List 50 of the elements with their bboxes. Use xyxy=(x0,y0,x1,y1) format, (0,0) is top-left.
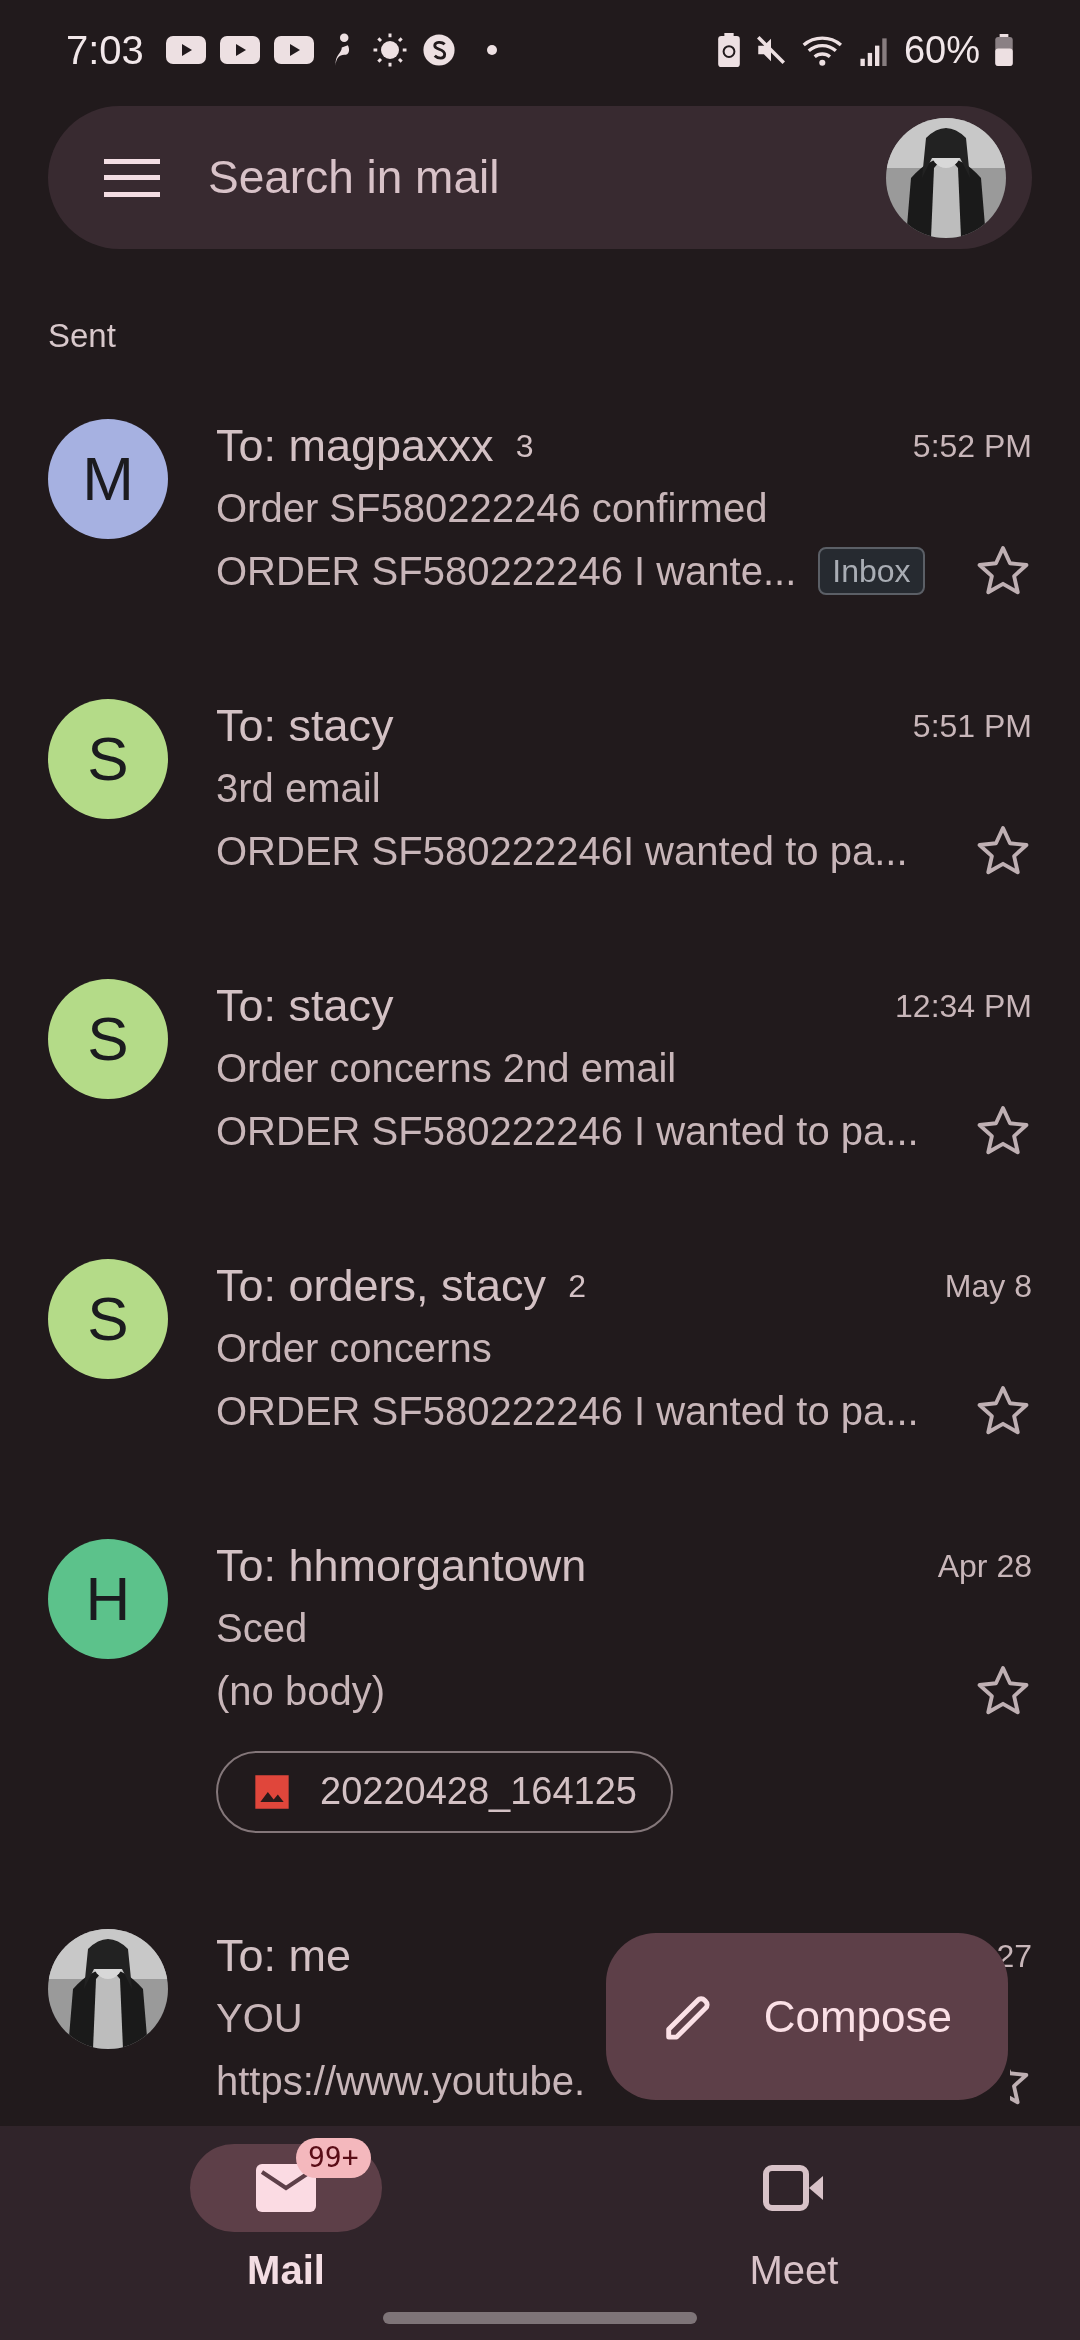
subject: Order SF580222246 confirmed xyxy=(216,484,768,532)
battery-saver-icon xyxy=(717,33,740,67)
recipient: To: orders, stacy xyxy=(216,1258,547,1313)
count-badge: 99+ xyxy=(296,2138,371,2178)
menu-icon[interactable] xyxy=(104,158,160,197)
snippet: ORDER SF580222246 I wanted to pa... xyxy=(216,1387,919,1435)
youtube-icon xyxy=(273,36,314,64)
timestamp: 12:34 PM xyxy=(895,986,1032,1026)
subject: Order concerns xyxy=(216,1324,492,1372)
nav-tab[interactable]: Meet xyxy=(540,2132,1048,2300)
recipient: To: me xyxy=(216,1928,352,1983)
subject: YOU xyxy=(216,1994,303,2042)
subject: Order concerns 2nd email xyxy=(216,1044,677,1092)
brightness-icon xyxy=(371,32,408,68)
timestamp: Apr 28 xyxy=(937,1546,1032,1586)
avatar: S xyxy=(48,698,168,819)
snippet: ORDER SF580222246 I wante... xyxy=(216,547,797,595)
snippet: ORDER SF580222246 I wanted to pa... xyxy=(216,1107,919,1155)
timestamp: May 8 xyxy=(944,1266,1032,1306)
subject: Sced xyxy=(216,1604,308,1652)
avatar: S xyxy=(48,1258,168,1379)
message-count: 3 xyxy=(515,426,534,466)
search-field[interactable]: Search in mail xyxy=(208,143,886,212)
recipient: To: hhmorgantown xyxy=(216,1538,587,1593)
search-bar[interactable]: Search in mail xyxy=(48,106,1032,249)
subject: 3rd email xyxy=(216,764,381,812)
snippet: ORDER SF580222246I wanted to pa... xyxy=(216,827,908,875)
dot-icon xyxy=(485,44,498,56)
recipient: To: stacy xyxy=(216,698,394,753)
recipient: To: magpaxxx xyxy=(216,418,494,473)
message-count: 2 xyxy=(568,1266,586,1306)
video-camera-icon xyxy=(763,2165,825,2211)
label-tag: Inbox xyxy=(818,546,925,595)
recipient: To: stacy xyxy=(216,978,394,1033)
battery-icon xyxy=(994,34,1014,66)
snippet: https://www.youtube. xyxy=(216,2057,586,2105)
avatar: H xyxy=(48,1538,168,1659)
avatar: M xyxy=(48,418,168,539)
battery-percent: 60% xyxy=(903,27,980,73)
youtube-icon xyxy=(219,36,260,64)
attachment-chip[interactable]: 20220428_164125 xyxy=(216,1750,673,1833)
clock: 7:03 xyxy=(66,27,144,74)
section-heading: Sent xyxy=(48,317,116,354)
snippet: (no body) xyxy=(216,1667,385,1715)
nav-tab[interactable]: 99+ Mail xyxy=(32,2132,540,2300)
avatar: S xyxy=(48,978,168,1099)
s-circle-icon xyxy=(421,33,456,67)
youtube-icon xyxy=(165,36,206,64)
timestamp: 5:52 PM xyxy=(912,426,1032,466)
timestamp: 5:51 PM xyxy=(912,706,1032,746)
